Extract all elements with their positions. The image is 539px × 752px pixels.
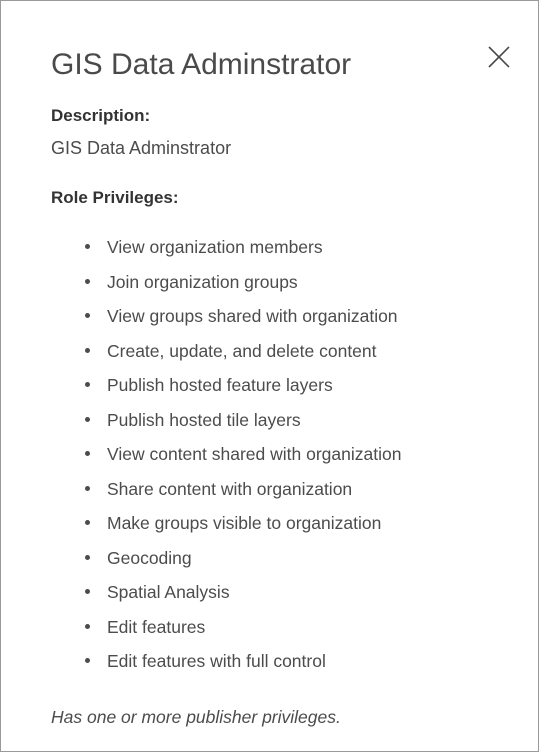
privilege-item: Create, update, and delete content	[85, 339, 401, 374]
privilege-text: Make groups visible to organization	[107, 513, 382, 533]
privilege-item: Share content with organization	[85, 477, 401, 512]
privilege-item: Edit features	[85, 615, 401, 650]
privilege-item: Spatial Analysis	[85, 580, 401, 615]
bullet-icon	[85, 278, 90, 284]
privilege-item: Publish hosted tile layers	[85, 408, 401, 443]
bullet-icon	[85, 554, 90, 560]
privilege-item: View content shared with organization	[85, 442, 401, 477]
close-button[interactable]	[481, 41, 515, 75]
bullet-icon	[85, 313, 90, 318]
bullet-icon	[85, 485, 90, 491]
privilege-item: Geocoding	[85, 546, 401, 581]
privilege-text: Publish hosted tile layers	[107, 409, 301, 430]
description-value: GIS Data Adminstrator	[51, 138, 232, 158]
bullet-icon	[85, 244, 90, 249]
privilege-text: Create, update, and delete content	[107, 340, 377, 361]
role-details-panel: GIS Data Adminstrator Description: GIS D…	[0, 0, 539, 752]
bullet-icon	[85, 520, 90, 525]
bullet-icon	[85, 416, 90, 422]
dialog-title: GIS Data Adminstrator	[51, 48, 352, 81]
privilege-item: View groups shared with organization	[85, 304, 401, 339]
bullet-icon	[85, 451, 90, 456]
privilege-text: Publish hosted feature layers	[107, 375, 333, 395]
bullet-icon	[85, 589, 90, 594]
bullet-icon	[85, 623, 90, 629]
privilege-text: Join organization groups	[107, 271, 298, 292]
privilege-item: Edit features with full control	[85, 649, 401, 684]
bullet-icon	[85, 382, 90, 387]
privilege-text: View content shared with organization	[107, 444, 402, 464]
privilege-text: Edit features with full control	[107, 651, 326, 671]
publisher-footnote: Has one or more publisher privileges.	[51, 707, 341, 727]
privilege-text: Edit features	[107, 616, 206, 637]
privilege-text: View organization members	[107, 237, 323, 257]
privilege-text: Share content with organization	[107, 478, 353, 499]
bullet-icon	[85, 347, 90, 353]
close-icon[interactable]	[481, 41, 515, 75]
privileges-list: View organization members Join organizat…	[85, 235, 401, 684]
role-privileges-label: Role Privileges:	[51, 188, 179, 207]
privilege-item: Make groups visible to organization	[85, 511, 401, 546]
bullet-icon	[85, 658, 90, 663]
privilege-item: Publish hosted feature layers	[85, 373, 401, 408]
privilege-item: Join organization groups	[85, 270, 401, 305]
privilege-text: Spatial Analysis	[107, 582, 230, 602]
privilege-text: View groups shared with organization	[107, 306, 398, 326]
description-label: Description:	[51, 106, 151, 125]
privilege-text: Geocoding	[107, 547, 192, 568]
privilege-item: View organization members	[85, 235, 401, 270]
